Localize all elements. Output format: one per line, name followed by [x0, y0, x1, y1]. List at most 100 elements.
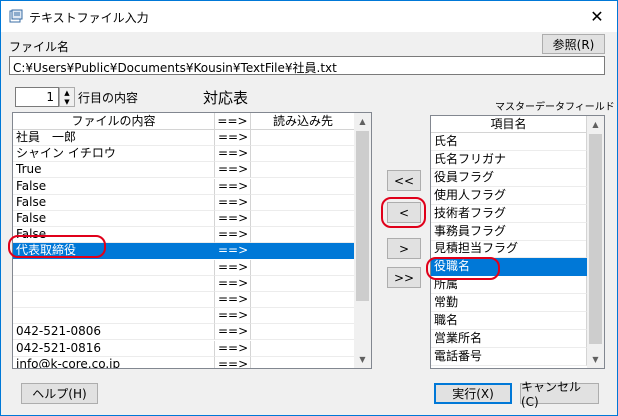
list-item-label[interactable]: 営業所名	[431, 329, 587, 348]
table-row[interactable]: True ==>	[13, 162, 356, 179]
scroll-thumb[interactable]	[589, 134, 602, 344]
table-row[interactable]: ==>	[13, 259, 356, 276]
move-all-right-button[interactable]: >>	[387, 267, 421, 288]
table-cell[interactable]: info@k-core.co.jp	[13, 356, 215, 368]
column-header[interactable]: ==>	[215, 113, 251, 129]
list-item[interactable]: 氏名	[431, 133, 587, 151]
table-cell[interactable]: シャイン イチロウ	[13, 146, 215, 163]
table-cell[interactable]: ==>	[215, 308, 251, 325]
table-cell[interactable]	[13, 292, 215, 308]
table-cell[interactable]: ==>	[215, 194, 251, 211]
list-item-label[interactable]: 職名	[431, 312, 587, 330]
list-item[interactable]: 氏名フリガナ	[431, 150, 587, 169]
list-item[interactable]: 電話番号	[431, 347, 587, 366]
table-row[interactable]: シャイン イチロウ ==>	[13, 146, 356, 163]
table-cell[interactable]: ==>	[215, 324, 251, 341]
table-cell[interactable]: ==>	[215, 259, 251, 276]
help-button[interactable]: ヘルプ(H)	[21, 383, 98, 404]
list-item-label[interactable]: 事務員フラグ	[431, 222, 587, 241]
scroll-up-icon[interactable]: ▲	[354, 113, 371, 130]
table-cell[interactable]: False	[13, 211, 215, 227]
table-cell[interactable]: True	[13, 162, 215, 179]
table-cell[interactable]	[251, 340, 356, 357]
table-cell[interactable]: ==>	[215, 275, 251, 292]
row-spinner-value[interactable]: 1	[15, 87, 59, 107]
table-cell[interactable]: ==>	[215, 356, 251, 368]
list-item[interactable]: 使用人フラグ	[431, 186, 587, 205]
table-cell[interactable]: ==>	[215, 292, 251, 308]
table-cell[interactable]	[251, 259, 356, 276]
cancel-button[interactable]: キャンセル(C)	[520, 380, 599, 409]
table-cell[interactable]	[13, 275, 215, 292]
table-row[interactable]: False ==>	[13, 178, 356, 195]
table-cell[interactable]	[251, 324, 356, 341]
list-item[interactable]: 常勤	[431, 294, 587, 313]
table-cell[interactable]: ==>	[215, 227, 251, 244]
file-path-field[interactable]: C:¥Users¥Public¥Documents¥Kousin¥TextFil…	[9, 56, 605, 75]
table-cell[interactable]	[251, 130, 356, 146]
list-item[interactable]: 営業所名	[431, 329, 587, 348]
table-cell[interactable]	[251, 211, 356, 227]
table-cell[interactable]: False	[13, 194, 215, 211]
list-item-label[interactable]: 使用人フラグ	[431, 186, 587, 205]
table-cell[interactable]	[251, 227, 356, 244]
table-cell[interactable]	[251, 356, 356, 368]
table-cell[interactable]: ==>	[215, 211, 251, 227]
mapping-table-scrollbar[interactable]: ▲ ▼	[354, 113, 371, 368]
move-all-left-button[interactable]: <<	[387, 170, 421, 191]
table-row[interactable]: ==>	[13, 292, 356, 308]
browse-button[interactable]: 参照(R)	[542, 34, 605, 54]
column-header[interactable]: 項目名	[431, 116, 587, 132]
column-header[interactable]: 読み込み先	[251, 113, 356, 129]
table-row[interactable]: 社員 一郎 ==>	[13, 130, 356, 146]
list-item[interactable]: 役員フラグ	[431, 168, 587, 187]
spin-up-icon[interactable]: ▲	[60, 88, 74, 97]
table-cell[interactable]	[251, 243, 356, 260]
table-cell[interactable]: ==>	[215, 130, 251, 146]
table-cell[interactable]: ==>	[215, 146, 251, 163]
scroll-thumb[interactable]	[356, 131, 369, 301]
table-cell[interactable]: ==>	[215, 178, 251, 195]
move-right-button[interactable]: >	[387, 238, 421, 259]
list-item-label[interactable]: 氏名フリガナ	[431, 150, 587, 169]
master-field-list[interactable]: 項目名 氏名 氏名フリガナ 役員フラグ 使用人フラグ 技術者フラグ 事務員フラグ 見積担当フ…	[430, 115, 605, 369]
table-cell[interactable]: False	[13, 178, 215, 195]
field-list-scrollbar[interactable]: ▲ ▼	[587, 116, 604, 368]
list-item[interactable]: 事務員フラグ	[431, 222, 587, 241]
table-cell[interactable]	[13, 259, 215, 276]
list-item-label[interactable]: 見積担当フラグ	[431, 240, 587, 259]
close-button[interactable]: ✕	[577, 1, 617, 32]
list-item-label[interactable]: 電話番号	[431, 347, 587, 366]
table-cell[interactable]: 社員 一郎	[13, 130, 215, 146]
table-row[interactable]: 042-521-0816 ==>	[13, 340, 356, 357]
list-item-label[interactable]: 役員フラグ	[431, 168, 587, 187]
spinner-arrows[interactable]: ▲ ▼	[59, 87, 75, 107]
list-item[interactable]: 見積担当フラグ	[431, 240, 587, 259]
list-item-label[interactable]: 氏名	[431, 133, 587, 151]
table-cell[interactable]	[251, 178, 356, 195]
scroll-up-icon[interactable]: ▲	[587, 116, 604, 133]
row-spinner[interactable]: 1 ▲ ▼	[15, 87, 75, 107]
table-cell[interactable]	[251, 146, 356, 163]
table-row[interactable]: info@k-core.co.jp ==>	[13, 356, 356, 368]
table-cell[interactable]	[251, 275, 356, 292]
table-row[interactable]: False ==>	[13, 194, 356, 211]
table-cell[interactable]	[251, 162, 356, 179]
table-cell[interactable]: ==>	[215, 243, 251, 260]
scroll-down-icon[interactable]: ▼	[587, 351, 604, 368]
table-row[interactable]: ==>	[13, 275, 356, 292]
table-cell[interactable]	[13, 308, 215, 325]
column-header[interactable]: ファイルの内容	[13, 113, 215, 129]
table-cell[interactable]: 042-521-0816	[13, 340, 215, 357]
table-cell[interactable]: ==>	[215, 340, 251, 357]
table-cell[interactable]	[251, 292, 356, 308]
list-item-label[interactable]: 常勤	[431, 294, 587, 313]
table-row[interactable]: ==>	[13, 308, 356, 325]
table-cell[interactable]	[251, 308, 356, 325]
table-cell[interactable]	[251, 194, 356, 211]
scroll-down-icon[interactable]: ▼	[354, 351, 371, 368]
run-button[interactable]: 実行(X)	[434, 383, 512, 404]
table-cell[interactable]: ==>	[215, 162, 251, 179]
table-row[interactable]: 042-521-0806 ==>	[13, 324, 356, 341]
spin-down-icon[interactable]: ▼	[60, 97, 74, 106]
